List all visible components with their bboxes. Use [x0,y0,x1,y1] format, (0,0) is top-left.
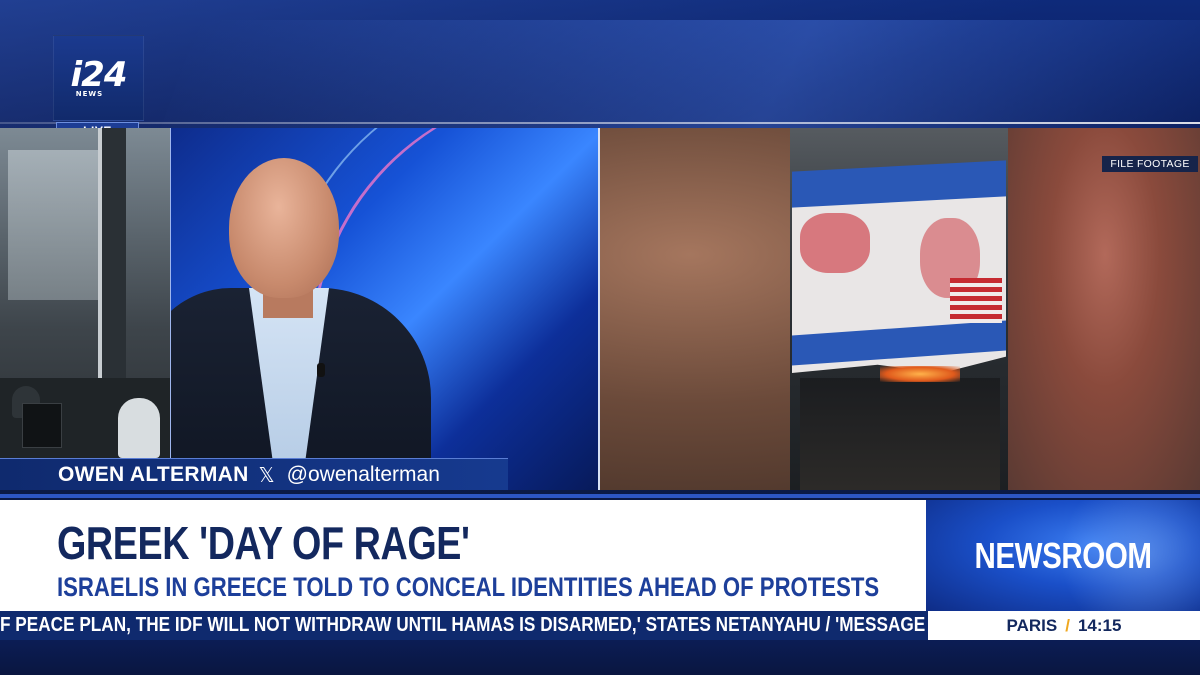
guest-name: OWEN ALTERMAN [58,462,249,486]
subheadline: ISRAELIS IN GREECE TOLD TO CONCEAL IDENT… [57,572,880,602]
studio-monitor [22,403,62,448]
guest-name-strap: OWEN ALTERMAN 𝕏 @owenalterman [0,458,508,490]
program-name: NEWSROOM [974,534,1152,576]
crowd-legs [800,378,1000,490]
file-footage-tag: FILE FOOTAGE [1102,156,1198,172]
studio-staff-figure [118,398,160,458]
logo-subtext: NEWS [75,90,104,98]
city-clock: PARIS / 14:15 [928,611,1200,640]
program-box: NEWSROOM [926,500,1200,611]
top-divider-line [0,122,1200,124]
logo-wordmark: i24 [70,55,128,95]
clock-separator: / [1065,615,1070,635]
ticker-text: F PEACE PLAN, THE IDF WILL NOT WITHDRAW … [0,614,926,636]
guest-head [229,158,339,298]
clock-city: PARIS [1006,615,1058,635]
clock-time: 14:15 [1077,615,1122,635]
lower-third-divider [0,494,1200,498]
headline: GREEK 'DAY OF RAGE' [57,517,470,569]
studio-window [8,150,98,300]
headline-lower-third: GREEK 'DAY OF RAGE' ISRAELIS IN GREECE T… [0,500,926,611]
guest-social-handle: @owenalterman [286,462,440,486]
fire-glow [880,366,960,382]
file-footage-panel: FILE FOOTAGE [598,128,1200,490]
lapel-mic [317,363,325,377]
studio-video-panel [0,128,170,490]
bottom-bar [0,640,1200,675]
news-ticker: F PEACE PLAN, THE IDF WILL NOT WITHDRAW … [0,611,928,640]
guest-video-panel [170,128,598,490]
stripes-image [950,278,1002,323]
channel-logo: i24 NEWS [53,35,144,121]
background-light-sweep [159,20,1200,130]
x-logo-icon: 𝕏 [258,462,275,487]
flag-stain [800,213,870,273]
blurred-footage-area [1008,128,1200,490]
